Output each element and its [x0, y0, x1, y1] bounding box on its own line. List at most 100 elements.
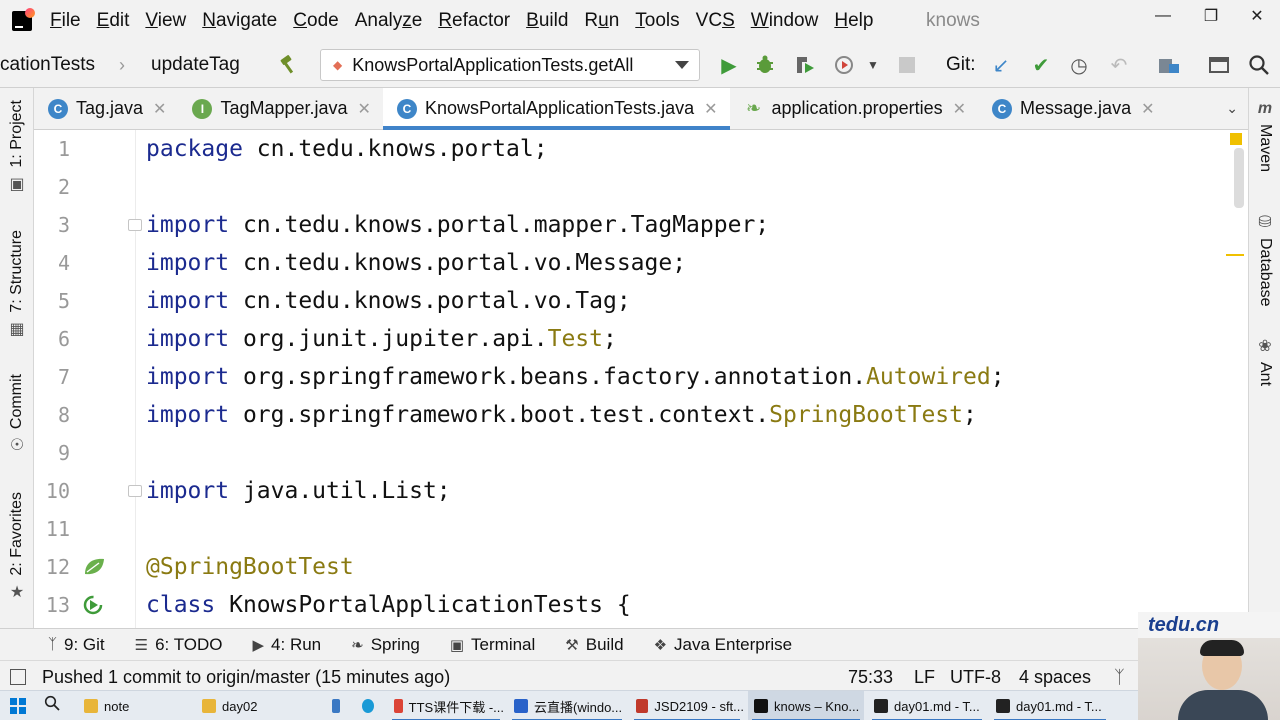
menu-edit[interactable]: Edit — [89, 0, 138, 42]
code-line[interactable]: 7 import org.springframework.beans.factor… — [34, 358, 1248, 396]
menu-vcs[interactable]: VCS — [688, 0, 743, 42]
ant-tool-tab[interactable]: ❀ Ant — [1252, 336, 1278, 386]
code-rest: cn.tedu.knows.portal.mapper.TagMapper; — [229, 212, 770, 238]
tool-window-0[interactable]: ᛉ 9: Git — [48, 635, 105, 655]
tool-window-4[interactable]: ▣ Terminal — [450, 635, 535, 655]
tool-window-3[interactable]: ❧ Spring — [351, 635, 420, 655]
project-structure-icon[interactable] — [1156, 52, 1182, 78]
debug-icon[interactable] — [752, 52, 778, 78]
code-line[interactable]: 1 package cn.tedu.knows.portal; — [34, 130, 1248, 168]
run-icon[interactable]: ▶ — [716, 52, 742, 78]
tab-close-icon[interactable]: ✕ — [704, 99, 717, 119]
menu-refactor[interactable]: Refactor — [430, 0, 518, 42]
taskbar-item[interactable]: TTS课件下载 -... — [388, 691, 504, 720]
code-line[interactable]: 5 import cn.tedu.knows.portal.vo.Tag; — [34, 282, 1248, 320]
tab-close-icon[interactable]: ✕ — [153, 99, 166, 119]
tab-close-icon[interactable]: ✕ — [953, 99, 966, 119]
code-line[interactable]: 9 — [34, 434, 1248, 472]
tab-2[interactable]: C KnowsPortalApplicationTests.java ✕ — [382, 88, 730, 130]
menu-tools[interactable]: Tools — [627, 0, 687, 42]
presentation-mode-icon[interactable] — [1206, 52, 1232, 78]
favorites-tool-tab[interactable]: 2: Favorites ★ — [3, 492, 31, 602]
tab-close-icon[interactable]: ✕ — [1141, 99, 1154, 119]
line-separator[interactable]: LF — [914, 661, 935, 693]
taskbar-item[interactable]: day01.md - T... — [868, 691, 986, 720]
menu-run[interactable]: Run — [576, 0, 627, 42]
windows-start-icon[interactable] — [10, 698, 26, 714]
run-test-gutter-icon[interactable] — [82, 594, 104, 616]
indent-setting[interactable]: 4 spaces — [1019, 661, 1091, 693]
code-line[interactable]: 3 import cn.tedu.knows.portal.mapper.TagM… — [34, 206, 1248, 244]
status-message[interactable]: Pushed 1 commit to origin/master (15 min… — [42, 661, 450, 693]
code-line[interactable]: 4 import cn.tedu.knows.portal.vo.Message; — [34, 244, 1248, 282]
taskbar-item-label: knows – Kno... — [774, 698, 860, 714]
taskbar-item[interactable]: day02 — [196, 691, 314, 720]
tab-4[interactable]: C Message.java ✕ — [978, 88, 1166, 129]
code-line[interactable]: 6 import org.junit.jupiter.api.Test; — [34, 320, 1248, 358]
coverage-icon[interactable] — [792, 52, 818, 78]
close-icon[interactable]: ✕ — [1234, 0, 1280, 32]
tabs-overflow-chevron-icon[interactable]: ⌄ — [1226, 100, 1238, 117]
taskbar-item[interactable]: JSD2109 - sft... — [630, 691, 744, 720]
tab-close-icon[interactable]: ✕ — [358, 99, 371, 119]
code-line[interactable]: 8 import org.springframework.boot.test.co… — [34, 396, 1248, 434]
tool-window-1[interactable]: ☰ 6: TODO — [135, 635, 223, 655]
git-update-icon[interactable]: ↙ — [988, 52, 1014, 78]
taskbar-search-icon[interactable] — [44, 695, 60, 716]
git-commit-icon[interactable]: ✔ — [1028, 52, 1054, 78]
tool-window-5[interactable]: ⚒ Build — [565, 635, 623, 655]
tab-0[interactable]: C Tag.java ✕ — [34, 88, 178, 129]
menu-file[interactable]: File — [42, 0, 89, 42]
tool-window-2[interactable]: ▶ 4: Run — [253, 635, 322, 655]
code-line[interactable]: 13 class KnowsPortalApplicationTests { — [34, 586, 1248, 624]
build-hammer-icon[interactable] — [276, 52, 302, 78]
database-tool-tab[interactable]: ⛁ Database — [1252, 212, 1278, 307]
tab-3[interactable]: ❧ application.properties ✕ — [730, 88, 979, 129]
profiler-dropdown-icon[interactable]: ▼ — [860, 52, 886, 78]
taskbar-item[interactable]: day01.md - T... — [990, 691, 1110, 720]
menu-analyze[interactable]: Analyze — [347, 0, 431, 42]
taskbar-item[interactable]: note — [78, 691, 194, 720]
menu-help[interactable]: Help — [826, 0, 881, 42]
git-rollback-icon[interactable]: ↶ — [1106, 52, 1132, 78]
minimize-icon[interactable]: — — [1140, 0, 1186, 32]
spring-bean-gutter-icon[interactable] — [82, 556, 104, 578]
taskbar-item[interactable]: knows – Kno... — [748, 691, 864, 720]
fold-marker-icon[interactable] — [128, 485, 142, 497]
git-history-icon[interactable]: ◷ — [1066, 52, 1092, 78]
menu-build[interactable]: Build — [518, 0, 576, 42]
menu-navigate[interactable]: Navigate — [194, 0, 285, 42]
code-line[interactable]: 11 — [34, 510, 1248, 548]
code-editor[interactable]: 1 package cn.tedu.knows.portal; 2 3 import c… — [34, 130, 1248, 628]
line-number: 6 — [57, 327, 70, 351]
code-line[interactable]: 10 import java.util.List; — [34, 472, 1248, 510]
stop-icon[interactable] — [894, 52, 920, 78]
breadcrumb-class[interactable]: cationTests — [0, 54, 95, 76]
hammer-icon: ⚒ — [565, 636, 579, 654]
caret-position[interactable]: 75:33 — [848, 661, 893, 693]
restore-icon[interactable]: ❐ — [1188, 0, 1234, 32]
menu-window[interactable]: Window — [743, 0, 827, 42]
line-number: 7 — [57, 365, 70, 389]
code-line[interactable]: 2 — [34, 168, 1248, 206]
code-line[interactable]: 12 @SpringBootTest — [34, 548, 1248, 586]
fold-marker-icon[interactable] — [128, 219, 142, 231]
edge-browser-icon[interactable] — [356, 691, 380, 720]
search-icon[interactable] — [1246, 52, 1272, 78]
taskbar-item[interactable]: 云直播(windo... — [508, 691, 626, 720]
toggle-tool-windows-icon[interactable] — [10, 669, 26, 685]
project-tool-tab[interactable]: 1: Project ▣ — [3, 100, 31, 194]
commit-tool-tab[interactable]: Commit ☉ — [3, 374, 31, 455]
tab-1[interactable]: I TagMapper.java ✕ — [178, 88, 383, 129]
git-branch-icon[interactable]: ᛉ — [1114, 661, 1125, 693]
breadcrumb-method[interactable]: updateTag — [151, 54, 240, 76]
menu-code[interactable]: Code — [285, 0, 346, 42]
maven-tool-tab[interactable]: m Maven — [1252, 100, 1278, 172]
tool-window-6[interactable]: ❖ Java Enterprise — [654, 635, 793, 655]
run-configuration-select[interactable]: ◆ KnowsPortalApplicationTests.getAll — [320, 49, 700, 81]
task-view-icon[interactable] — [326, 691, 346, 720]
structure-tool-tab[interactable]: 7: Structure ▦ — [3, 230, 31, 339]
file-encoding[interactable]: UTF-8 — [950, 661, 1001, 693]
profiler-icon[interactable] — [832, 52, 858, 78]
menu-view[interactable]: View — [137, 0, 194, 42]
